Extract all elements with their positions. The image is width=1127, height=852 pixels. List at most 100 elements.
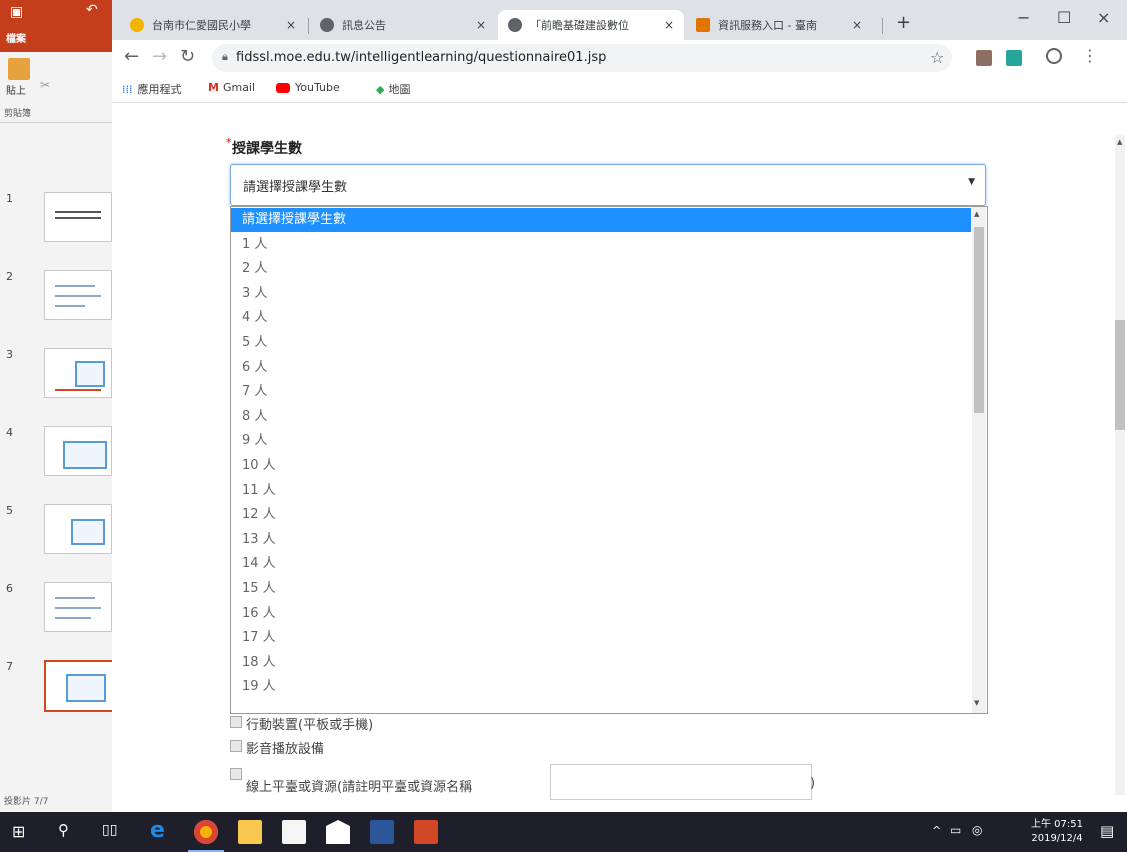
close-window-icon[interactable]: × (1097, 8, 1110, 27)
dropdown-option[interactable]: 11 人 (231, 479, 971, 503)
select-current-value: 請選擇授課學生數 (243, 180, 348, 195)
dropdown-option[interactable]: 1 人 (231, 233, 971, 257)
dropdown-option[interactable]: 14 人 (231, 552, 971, 576)
dropdown-option[interactable]: 13 人 (231, 528, 971, 552)
network-icon[interactable]: ▭ (950, 823, 961, 837)
bookmark-apps[interactable]: ⁞⁞⁞ 應用程式 (122, 81, 182, 97)
slide-number: 4 (6, 426, 13, 439)
dropdown-option[interactable]: 17 人 (231, 626, 971, 650)
dropdown-option[interactable]: 6 人 (231, 356, 971, 380)
dropdown-option-selected[interactable]: 請選擇授課學生數 (231, 208, 971, 232)
slide-thumbnail-6[interactable] (44, 582, 112, 632)
browser-tab-4[interactable]: 資訊服務入口 - 臺南 × (686, 10, 872, 40)
bookmark-gmail[interactable]: M Gmail (208, 81, 255, 94)
dropdown-option[interactable]: 3 人 (231, 282, 971, 306)
dropdown-scrollbar-thumb[interactable] (974, 227, 984, 413)
powerpoint-icon[interactable] (414, 820, 438, 844)
site-favicon-icon (696, 18, 710, 32)
ime-icon[interactable]: ◎ (972, 823, 982, 837)
address-bar[interactable]: 🔒︎ fidssl.moe.edu.tw/intelligentlearning… (212, 44, 952, 72)
bookmark-star-icon[interactable]: ☆ (930, 48, 944, 67)
dropdown-option[interactable]: 19 人 (231, 675, 971, 699)
dropdown-option[interactable]: 10 人 (231, 454, 971, 478)
dropdown-option[interactable]: 5 人 (231, 331, 971, 355)
dropdown-option[interactable]: 9 人 (231, 429, 971, 453)
profile-icon[interactable] (1046, 48, 1062, 64)
url-text[interactable]: fidssl.moe.edu.tw/intelligentlearning/qu… (236, 50, 606, 65)
slide-thumbnail-5[interactable] (44, 504, 112, 554)
dropdown-option[interactable]: 18 人 (231, 651, 971, 675)
checkbox-online-platform[interactable] (230, 768, 242, 780)
powerpoint-ribbon-header: ▣ ↶ 檔案 (0, 0, 112, 52)
file-explorer-icon[interactable] (238, 820, 262, 844)
bookmark-youtube[interactable]: YouTube (276, 81, 340, 94)
checkbox-av-equipment[interactable] (230, 740, 242, 752)
tab-close-icon[interactable]: × (476, 18, 486, 32)
slide-thumbnail-3[interactable] (44, 348, 112, 398)
dropdown-option[interactable]: 16 人 (231, 602, 971, 626)
platform-name-input[interactable] (550, 764, 812, 800)
dropdown-option[interactable]: 8 人 (231, 405, 971, 429)
scroll-down-icon[interactable]: ▼ (974, 699, 979, 707)
extension-icon[interactable] (1006, 50, 1022, 66)
clock-time: 上午 07:51 (1031, 819, 1083, 830)
checkbox-mobile-device[interactable] (230, 716, 242, 728)
minimize-icon[interactable]: − (1017, 8, 1030, 27)
paste-icon[interactable] (8, 58, 30, 80)
browser-tab-1[interactable]: 台南市仁愛國民小學 × (120, 10, 306, 40)
browser-tab-2[interactable]: 訊息公告 × (310, 10, 496, 40)
word-icon[interactable] (370, 820, 394, 844)
slide-thumbnail-7[interactable] (44, 660, 114, 712)
dropdown-option[interactable]: 7 人 (231, 380, 971, 404)
slide-number: 1 (6, 192, 13, 205)
tab-close-icon[interactable]: × (286, 18, 296, 32)
page-scrollbar-thumb[interactable] (1115, 320, 1125, 430)
system-clock[interactable]: 上午 07:51 2019/12/4 (1031, 818, 1083, 846)
extension-icon[interactable] (976, 50, 992, 66)
bookmark-maps[interactable]: ◆ 地圖 (376, 81, 410, 97)
scroll-up-icon[interactable]: ▲ (974, 210, 979, 218)
windows-taskbar: ⊞ ⚲ ▯▯ e ^ ▭ ◎ 上午 07:51 2019/12/4 ▤ (0, 812, 1127, 852)
reload-icon[interactable]: ↻ (180, 46, 195, 67)
slide-thumbnail-4[interactable] (44, 426, 112, 476)
new-tab-button[interactable]: + (896, 12, 911, 33)
tab-close-icon[interactable]: × (852, 18, 862, 32)
dropdown-option[interactable]: 12 人 (231, 503, 971, 527)
chrome-icon[interactable] (194, 820, 218, 844)
globe-icon (320, 18, 334, 32)
dropdown-option[interactable]: 4 人 (231, 306, 971, 330)
tab-bar: 台南市仁愛國民小學 × 訊息公告 × 「前瞻基礎建設數位 × 資訊服務入口 - … (112, 0, 1127, 40)
mail-icon[interactable] (326, 820, 350, 844)
dropdown-option[interactable]: 15 人 (231, 577, 971, 601)
students-count-select[interactable]: 請選擇授課學生數 ▼ (230, 164, 986, 206)
forward-icon[interactable]: → (152, 46, 167, 67)
slide-thumbnail-2[interactable] (44, 270, 112, 320)
edge-icon[interactable]: e (150, 818, 165, 843)
browser-tab-3-active[interactable]: 「前瞻基礎建設數位 × (498, 10, 684, 40)
youtube-icon (276, 82, 290, 93)
search-icon[interactable]: ⚲ (58, 821, 69, 839)
format-painter-icon[interactable]: ✂ (40, 78, 50, 92)
store-icon[interactable] (282, 820, 306, 844)
bookmark-label: Gmail (222, 81, 256, 94)
menu-icon[interactable]: ⋮ (1082, 46, 1098, 65)
page-scrollbar[interactable] (1115, 135, 1125, 795)
maps-icon: ◆ (376, 82, 385, 96)
task-view-icon[interactable]: ▯▯ (102, 822, 117, 838)
scroll-up-icon[interactable]: ▲ (1117, 138, 1122, 146)
dropdown-option[interactable]: 2 人 (231, 257, 971, 281)
windows-start-icon[interactable]: ⊞ (12, 822, 25, 841)
tray-chevron-icon[interactable]: ^ (932, 824, 941, 837)
students-count-dropdown-list[interactable]: 請選擇授課學生數 1 人2 人3 人4 人5 人6 人7 人8 人9 人 10 人1… (230, 206, 988, 714)
notifications-icon[interactable]: ▤ (1100, 822, 1114, 840)
file-tab[interactable]: 檔案 (6, 30, 26, 45)
powerpoint-window: ▣ ↶ 檔案 貼上 ✂ 剪貼簿 1 2 3 4 5 6 7 投影片 7/7 (0, 0, 114, 812)
slide-number: 6 (6, 582, 13, 595)
save-icon[interactable]: ▣ (10, 4, 23, 20)
undo-icon[interactable]: ↶ (86, 2, 98, 18)
back-icon[interactable]: ← (124, 46, 139, 67)
bookmark-label: YouTube (295, 81, 340, 94)
slide-thumbnail-1[interactable] (44, 192, 112, 242)
maximize-icon[interactable]: ☐ (1057, 8, 1071, 27)
tab-close-icon[interactable]: × (664, 18, 674, 32)
